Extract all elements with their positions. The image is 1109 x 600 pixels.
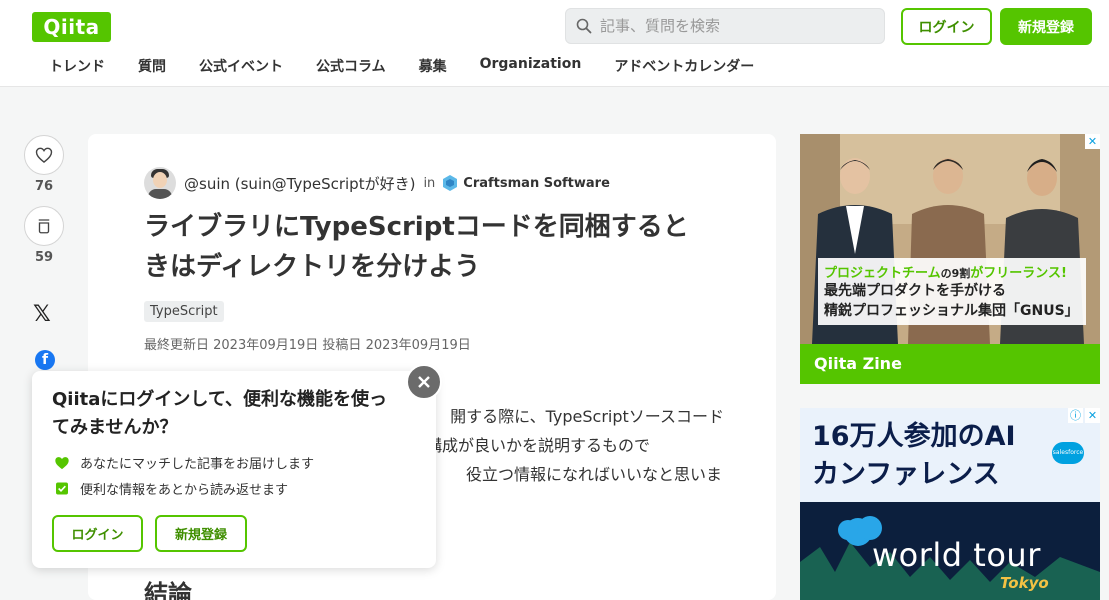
nav-official-events[interactable]: 公式イベント <box>199 56 283 78</box>
salesforce-ad[interactable]: 16万人参加のAI カンファレンス salesforce world tour … <box>800 408 1100 600</box>
article-dates: 最終更新日 2023年09月19日 投稿日 2023年09月19日 <box>144 338 471 353</box>
popup-benefit-text: あなたにマッチした記事をお届けします <box>80 457 315 472</box>
article-title: ライブラリにTypeScriptコードを同梱すると きはディレクトリを分けよう <box>144 207 724 287</box>
ad-world-tour: world tour <box>872 536 1041 574</box>
heart-icon <box>35 147 53 163</box>
popup-benefit-text: 便利な情報をあとから読み返せます <box>80 483 289 498</box>
ad-line: プロジェクトチームの9割がフリーランス! <box>824 266 1067 281</box>
popup-signup-button[interactable]: 新規登録 <box>155 515 247 552</box>
ad-headline: 16万人参加のAI カンファレンス <box>812 418 1016 494</box>
qiita-zine-ad[interactable]: プロジェクトチームの9割がフリーランス! 最先端プロダクトを手がける 精鋭プロフ… <box>800 134 1100 384</box>
popup-login-button[interactable]: ログイン <box>52 515 143 552</box>
ad-line: 16万人参加のAI <box>812 421 1016 452</box>
nav-questions[interactable]: 質問 <box>138 56 166 78</box>
ad-close-icon[interactable]: ✕ <box>1085 134 1100 149</box>
popup-title: Qiitaにログインして、便利な機能を使ってみませんか？ <box>52 389 387 438</box>
author-name[interactable]: @suin (suin@TypeScriptが好き) <box>184 173 415 194</box>
article-action-rail: 76 59 𝕏 f B! ••• <box>24 135 64 463</box>
popup-benefit-item: 便利な情報をあとから読み返せます <box>54 479 288 498</box>
qiita-zine-footer: Qiita Zine <box>800 344 1100 384</box>
stock-button[interactable] <box>24 206 64 246</box>
nav-official-columns[interactable]: 公式コラム <box>316 56 386 78</box>
site-header: Qiita ログイン 新規登録 トレンド 質問 公式イベント 公式コラム 募集 … <box>0 0 1109 87</box>
ad-info-icon[interactable]: ⓘ <box>1068 408 1083 423</box>
ad-banner-text: プロジェクトチームの9割がフリーランス! 最先端プロダクトを手がける 精鋭プロフ… <box>818 258 1086 325</box>
ad-close-icon[interactable]: ✕ <box>1085 408 1100 423</box>
ad-tokyo: Tokyo <box>1000 574 1049 592</box>
nav-trend[interactable]: トレンド <box>49 56 105 78</box>
stock-filled-icon <box>56 482 68 495</box>
section-heading: 結論 <box>144 580 192 600</box>
stock-count: 59 <box>34 250 54 265</box>
organization-name[interactable]: Craftsman Software <box>463 176 610 191</box>
popup-benefit-item: あなたにマッチした記事をお届けします <box>54 453 314 472</box>
author-in-label: in <box>423 175 436 191</box>
nav-advent-calendar[interactable]: アドベントカレンダー <box>614 56 754 78</box>
ad-line: 精鋭プロフェッショナル集団「GNUS」 <box>824 303 1079 319</box>
facebook-share-icon[interactable]: f <box>35 350 55 370</box>
stock-icon <box>38 219 50 234</box>
main-nav: トレンド 質問 公式イベント 公式コラム 募集 Organization アドベ… <box>32 56 787 78</box>
like-button[interactable] <box>24 135 64 175</box>
organization-logo-icon <box>443 175 458 191</box>
salesforce-logo: salesforce <box>1052 442 1084 464</box>
close-icon[interactable] <box>406 364 442 400</box>
like-count: 76 <box>34 179 54 194</box>
search-input[interactable] <box>600 17 870 35</box>
nav-organization[interactable]: Organization <box>480 56 582 78</box>
login-prompt-popup: Qiitaにログインして、便利な機能を使ってみませんか？ あなたにマッチした記事… <box>32 371 436 568</box>
nav-recruitment[interactable]: 募集 <box>419 56 447 78</box>
ad-line: カンファレンス <box>812 459 1000 490</box>
ad-line: 最先端プロダクトを手がける <box>824 283 1006 299</box>
heart-filled-icon <box>55 457 69 470</box>
title-line: きはディレクトリを分けよう <box>144 252 481 282</box>
search-box[interactable] <box>565 8 885 44</box>
tag-typescript[interactable]: TypeScript <box>144 301 224 322</box>
author-avatar[interactable] <box>144 167 176 199</box>
search-icon <box>576 18 592 34</box>
x-share-icon[interactable]: 𝕏 <box>33 302 51 327</box>
login-button[interactable]: ログイン <box>901 8 992 45</box>
signup-button[interactable]: 新規登録 <box>1000 8 1092 45</box>
author-line: @suin (suin@TypeScriptが好き) in Craftsman … <box>144 167 610 199</box>
qiita-logo[interactable]: Qiita <box>32 12 111 42</box>
title-line: ライブラリにTypeScriptコードを同梱すると <box>144 212 689 242</box>
